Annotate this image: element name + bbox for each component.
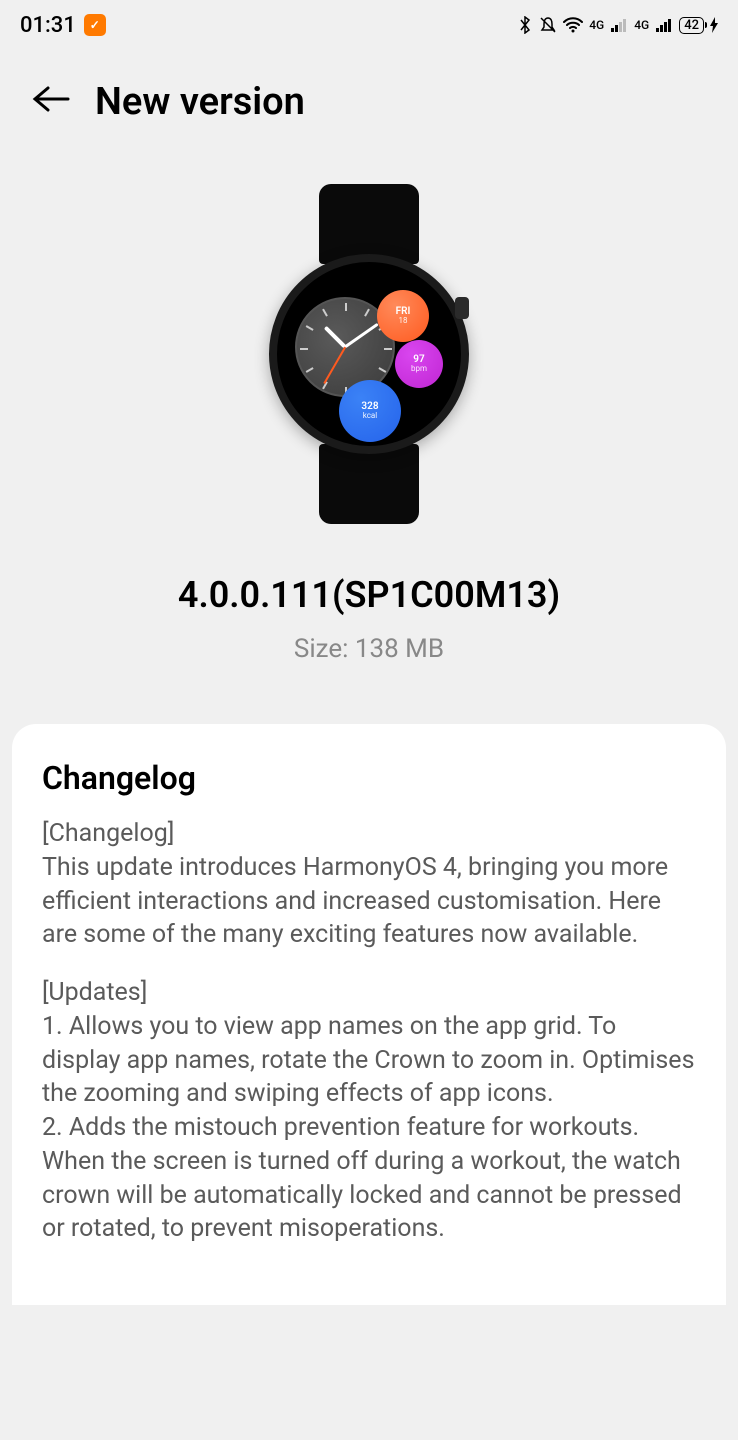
bluetooth-icon xyxy=(517,16,533,34)
signal-1-label: 4G xyxy=(589,18,604,32)
clock-time: 01:31 xyxy=(20,13,76,38)
version-number: 4.0.0.111(SP1C00M13) xyxy=(20,574,718,616)
signal-1-icon xyxy=(610,18,628,32)
status-left: 01:31 ✓ xyxy=(20,13,106,38)
changelog-title: Changelog xyxy=(42,759,696,797)
mute-icon xyxy=(539,16,557,34)
status-right: 4G 4G 42 xyxy=(517,16,718,34)
charging-icon xyxy=(710,17,718,33)
wifi-icon xyxy=(563,17,583,33)
changelog-body: [Changelog] This update introduces Harmo… xyxy=(42,817,696,1246)
battery-indicator: 42 xyxy=(679,17,704,34)
device-image: FRI 18 97 bpm 328 kcal xyxy=(0,164,738,544)
date-bubble: FRI 18 xyxy=(377,290,429,342)
calories-bubble: 328 kcal xyxy=(339,380,401,442)
signal-2-label: 4G xyxy=(634,18,649,32)
page-title: New version xyxy=(95,80,305,124)
heart-rate-bubble: 97 bpm xyxy=(395,340,443,388)
signal-2-icon xyxy=(655,18,673,32)
back-icon[interactable] xyxy=(30,81,70,123)
status-bar: 01:31 ✓ 4G 4G 42 xyxy=(0,0,738,50)
changelog-card: Changelog [Changelog] This update introd… xyxy=(12,724,726,1305)
app-badge-icon: ✓ xyxy=(84,14,106,36)
version-info: 4.0.0.111(SP1C00M13) Size: 138 MB xyxy=(0,544,738,704)
page-header: New version xyxy=(0,50,738,164)
version-size: Size: 138 MB xyxy=(20,634,718,664)
